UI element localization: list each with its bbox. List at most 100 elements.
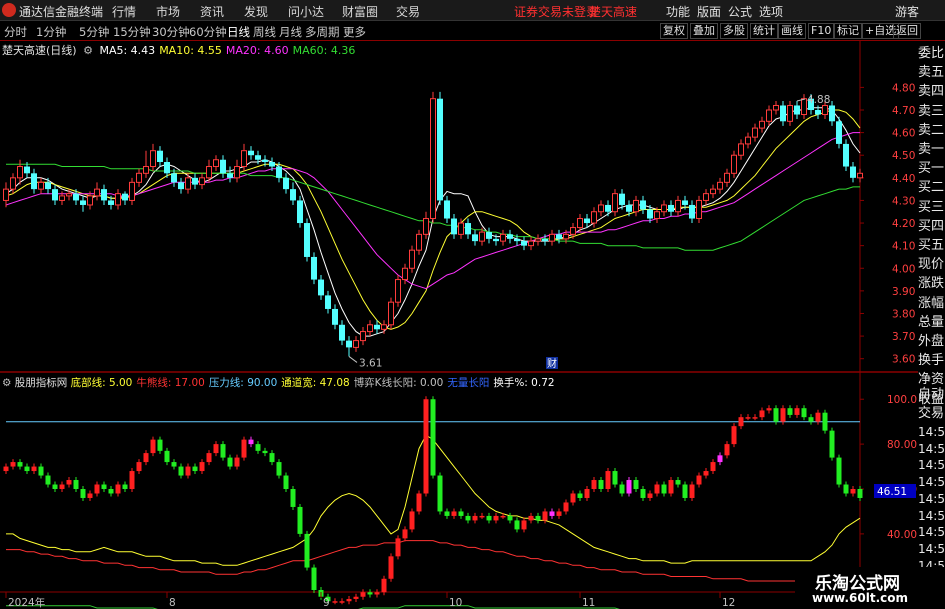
ytick-label: 4.30 [892, 195, 915, 207]
indicator-candle [626, 477, 632, 497]
tick-time-item[interactable]: 14:56 [918, 541, 945, 558]
indicator-candle [514, 517, 520, 533]
quote-side-item[interactable]: 涨幅 [918, 294, 945, 313]
tick-time-item[interactable]: 14:56 [918, 524, 945, 541]
quote-side-item[interactable]: 涨跌 [918, 274, 945, 293]
candle [311, 252, 317, 285]
quote-side-item[interactable]: 卖四 [918, 82, 945, 101]
indicator-candle [402, 526, 408, 542]
candle [227, 166, 233, 183]
tick-time-item[interactable]: 14:56 [918, 424, 945, 441]
price-annotation: 4.88 [807, 94, 830, 106]
candle [73, 189, 79, 205]
indicator-candle [129, 468, 135, 492]
candle [157, 146, 163, 167]
candle [626, 200, 632, 217]
tick-time-item[interactable]: 14:56 [918, 474, 945, 491]
trade-side-item[interactable]: 交易 [918, 404, 945, 423]
indicator-settings-gear-icon[interactable]: ⚙ [2, 377, 11, 389]
candle [486, 227, 492, 244]
ytick-label: 100.0 [887, 394, 917, 406]
main-yaxis-ticks: 4.80 4.70 4.60 4.50 4.40 4.30 4.20 4.10 4.00 3.90… [860, 82, 915, 366]
quote-side-item[interactable]: 卖三 [918, 102, 945, 121]
indicator-candle [822, 409, 828, 434]
quote-side-item[interactable]: 买三 [918, 198, 945, 217]
ma-legend-item: MA60: 4.36 [292, 44, 356, 57]
candle [465, 218, 471, 239]
ma-legend-item: MA10: 4.55 [159, 44, 222, 57]
candle [696, 195, 702, 224]
quote-side-item[interactable]: 买二 [918, 178, 945, 197]
tick-time-item[interactable]: 14:56 [918, 508, 945, 525]
main-candles [3, 91, 863, 357]
quote-side-item[interactable]: 卖五 [918, 63, 945, 82]
indicator-candle [185, 463, 191, 479]
trade-side-item[interactable]: 自动 [918, 385, 945, 404]
indicator-candle [73, 477, 79, 492]
indicator-candle [143, 450, 149, 466]
candle [234, 159, 240, 183]
indicator-candle [59, 481, 65, 492]
indicator-candle [3, 463, 9, 475]
indicator-candle [66, 477, 72, 488]
candle [304, 218, 310, 262]
indicator-candle [290, 486, 296, 510]
candle [724, 168, 730, 187]
quote-side-item[interactable]: 外盘 [918, 332, 945, 351]
tick-time-item[interactable]: 14:56 [918, 457, 945, 474]
watermark-url: www.60lt.com [812, 591, 909, 605]
candle [150, 143, 156, 172]
quote-side-item[interactable]: 卖一 [918, 140, 945, 159]
candle [633, 195, 639, 217]
indicator-candle [507, 512, 513, 524]
annotation-leader [348, 356, 358, 363]
xaxis-labels: 2024年 8 9 10 11 12 [5, 592, 735, 609]
candle [640, 195, 646, 214]
indicator-candle [262, 447, 268, 457]
kline-chart-area[interactable]: 4.80 4.70 4.60 4.50 4.40 4.30 4.20 4.10 4.00 3.90… [0, 0, 945, 609]
quote-side-item[interactable]: 买一 [918, 159, 945, 178]
quote-side-item[interactable]: 换手 [918, 351, 945, 370]
indicator-candle [829, 427, 835, 461]
indicator-candle [703, 468, 709, 479]
settings-gear-icon[interactable]: ⚙ [83, 44, 93, 57]
indicator-candle [738, 414, 744, 430]
main-pane-info: 楚天高速(日线) ⚙ MA5: 4.43 MA10: 4.55 MA20: 4.60… [2, 42, 359, 58]
indicator-candle [619, 481, 625, 497]
candle [710, 184, 716, 199]
xtick-label: 11 [582, 597, 595, 609]
quote-side-item[interactable]: 买四 [918, 217, 945, 236]
quote-side-item[interactable]: 卖二 [918, 121, 945, 140]
indicator-candle [171, 459, 177, 470]
indicator-candle [416, 490, 422, 515]
candle [80, 195, 86, 212]
candle [528, 236, 534, 251]
candle [332, 304, 338, 330]
indicator-candle [38, 463, 44, 479]
indicator-candle [486, 512, 492, 524]
indicator-candle [332, 598, 338, 605]
candle [31, 168, 37, 194]
quote-side-panel: 委比 卖五 卖四 卖三 卖二 卖一 买一 买二 买三 买四 买五 现价 涨跌 涨幅 总量 外盘 换手 净资 收益 [918, 44, 945, 407]
candle [787, 100, 793, 126]
indicator-candle [269, 450, 275, 466]
indicator-candle [591, 477, 597, 492]
candle [850, 162, 856, 183]
indicator-candle [451, 508, 457, 519]
ytick-label: 3.60 [892, 354, 915, 366]
tick-time-item[interactable]: 14:56 [918, 491, 945, 508]
indicator-candle [647, 490, 653, 501]
quote-side-item[interactable]: 现价 [918, 255, 945, 274]
quote-side-item[interactable]: 买五 [918, 236, 945, 255]
tick-time-item[interactable]: 14:56 [918, 441, 945, 458]
candle [703, 189, 709, 205]
candle [759, 116, 765, 133]
indicator-candle [745, 414, 751, 421]
indicator-candle [220, 441, 226, 461]
candle [584, 214, 590, 228]
quote-side-item[interactable]: 委比 [918, 44, 945, 63]
ytick-label: 4.00 [892, 263, 915, 275]
indicator-candle [850, 486, 856, 497]
quote-side-item[interactable]: 总量 [918, 313, 945, 332]
indicator-candle [724, 441, 730, 459]
